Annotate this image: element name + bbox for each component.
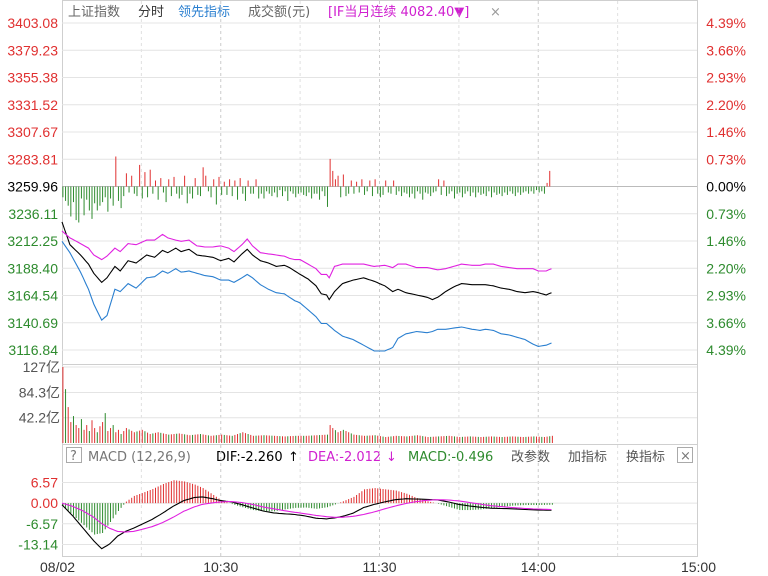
percent-tick-label: 4.39% [706, 15, 746, 31]
macd-title: MACD (12,26,9) [88, 450, 191, 465]
time-axis-label: 14:00 [521, 559, 556, 575]
volume-bars [62, 367, 553, 443]
help-icon-glyph: ? [70, 449, 77, 464]
macd-tick-label: 6.57 [31, 474, 58, 490]
time-axis-label: 15:00 [681, 559, 716, 575]
price-tick-label: 3283.81 [7, 151, 58, 167]
price-tick-label: 3259.96 [7, 179, 58, 195]
percent-tick-label: 2.20% [706, 97, 746, 113]
percent-tick-label: 4.39% [706, 342, 746, 358]
percent-tick-label: 1.46% [706, 124, 746, 140]
percent-tick-label: 2.20% [706, 260, 746, 276]
time-axis-label: 08/02 [40, 559, 75, 575]
macd-tick-label: 0.00 [31, 495, 58, 511]
macd-tick-label: -6.57 [26, 516, 58, 532]
series-line-futures [61, 240, 552, 352]
price-tick-label: 3116.84 [8, 342, 58, 358]
futures-label[interactable]: [IF当月连续 4082.40▼] [328, 4, 469, 20]
chart-header: 上证指数 分时 领先指标 成交额(元) [IF当月连续 4082.40▼] × [68, 4, 501, 20]
price-tick-label: 3403.08 [7, 15, 58, 31]
add-indicator-button[interactable]: 加指标 [568, 450, 607, 465]
time-axis-label: 11:30 [363, 559, 397, 575]
turnover-label[interactable]: 成交额(元) [248, 4, 310, 20]
macd-close-glyph: × [680, 449, 691, 464]
percent-tick-label: 3.66% [706, 42, 746, 58]
percent-tick-label: 1.46% [706, 233, 746, 249]
dif-value: DIF:-2.260 [216, 450, 283, 465]
macd-value: MACD:-0.496 [408, 450, 493, 465]
price-tick-label: 3236.11 [8, 206, 58, 222]
volume-tick-label: 84.3亿 [19, 385, 60, 401]
index-name-label: 上证指数 [68, 5, 120, 20]
dea-value: DEA:-2.012 [308, 450, 381, 465]
macd-toolbar: ? MACD (12,26,9) DIF:-2.260 ↑ DEA:-2.012… [66, 447, 693, 465]
price-tick-label: 3379.23 [7, 42, 58, 58]
percent-tick-label: 2.93% [706, 288, 746, 304]
price-tick-label: 3355.38 [7, 70, 58, 86]
price-tick-label: 3140.69 [7, 315, 58, 331]
intraday-chart[interactable]: 上证指数 分时 领先指标 成交额(元) [IF当月连续 4082.40▼] × … [0, 0, 768, 576]
percent-tick-label: 3.66% [706, 315, 746, 331]
percent-tick-label: 0.73% [706, 151, 746, 167]
dif-arrow-icon: ↑ [288, 450, 299, 465]
macd-tick-label: -13.14 [18, 536, 58, 552]
leading-index-label[interactable]: 领先指标 [178, 5, 230, 20]
series-line-avg [61, 230, 552, 279]
percent-tick-label: 0.73% [706, 206, 746, 222]
price-tick-label: 3164.54 [7, 288, 58, 304]
price-tick-label: 3331.52 [7, 97, 58, 113]
edit-params-button[interactable]: 改参数 [511, 449, 550, 465]
dea-arrow-icon: ↓ [386, 450, 397, 465]
volume-tick-label: 127亿 [23, 359, 60, 375]
time-axis-label: 10:30 [203, 559, 238, 575]
header-close-icon[interactable]: × [490, 5, 501, 20]
leading-indicator-bars [62, 156, 551, 223]
percent-tick-label: 2.93% [706, 70, 746, 86]
grid [62, 1, 697, 556]
price-tick-label: 3307.67 [7, 124, 58, 140]
price-tick-label: 3212.25 [7, 233, 58, 249]
price-tick-label: 3188.40 [7, 260, 58, 276]
series-lines [61, 221, 552, 550]
mode-label[interactable]: 分时 [138, 5, 164, 20]
percent-tick-label: 0.00% [706, 179, 746, 195]
switch-indicator-button[interactable]: 换指标 [626, 450, 665, 465]
volume-tick-label: 42.2亿 [19, 410, 60, 426]
